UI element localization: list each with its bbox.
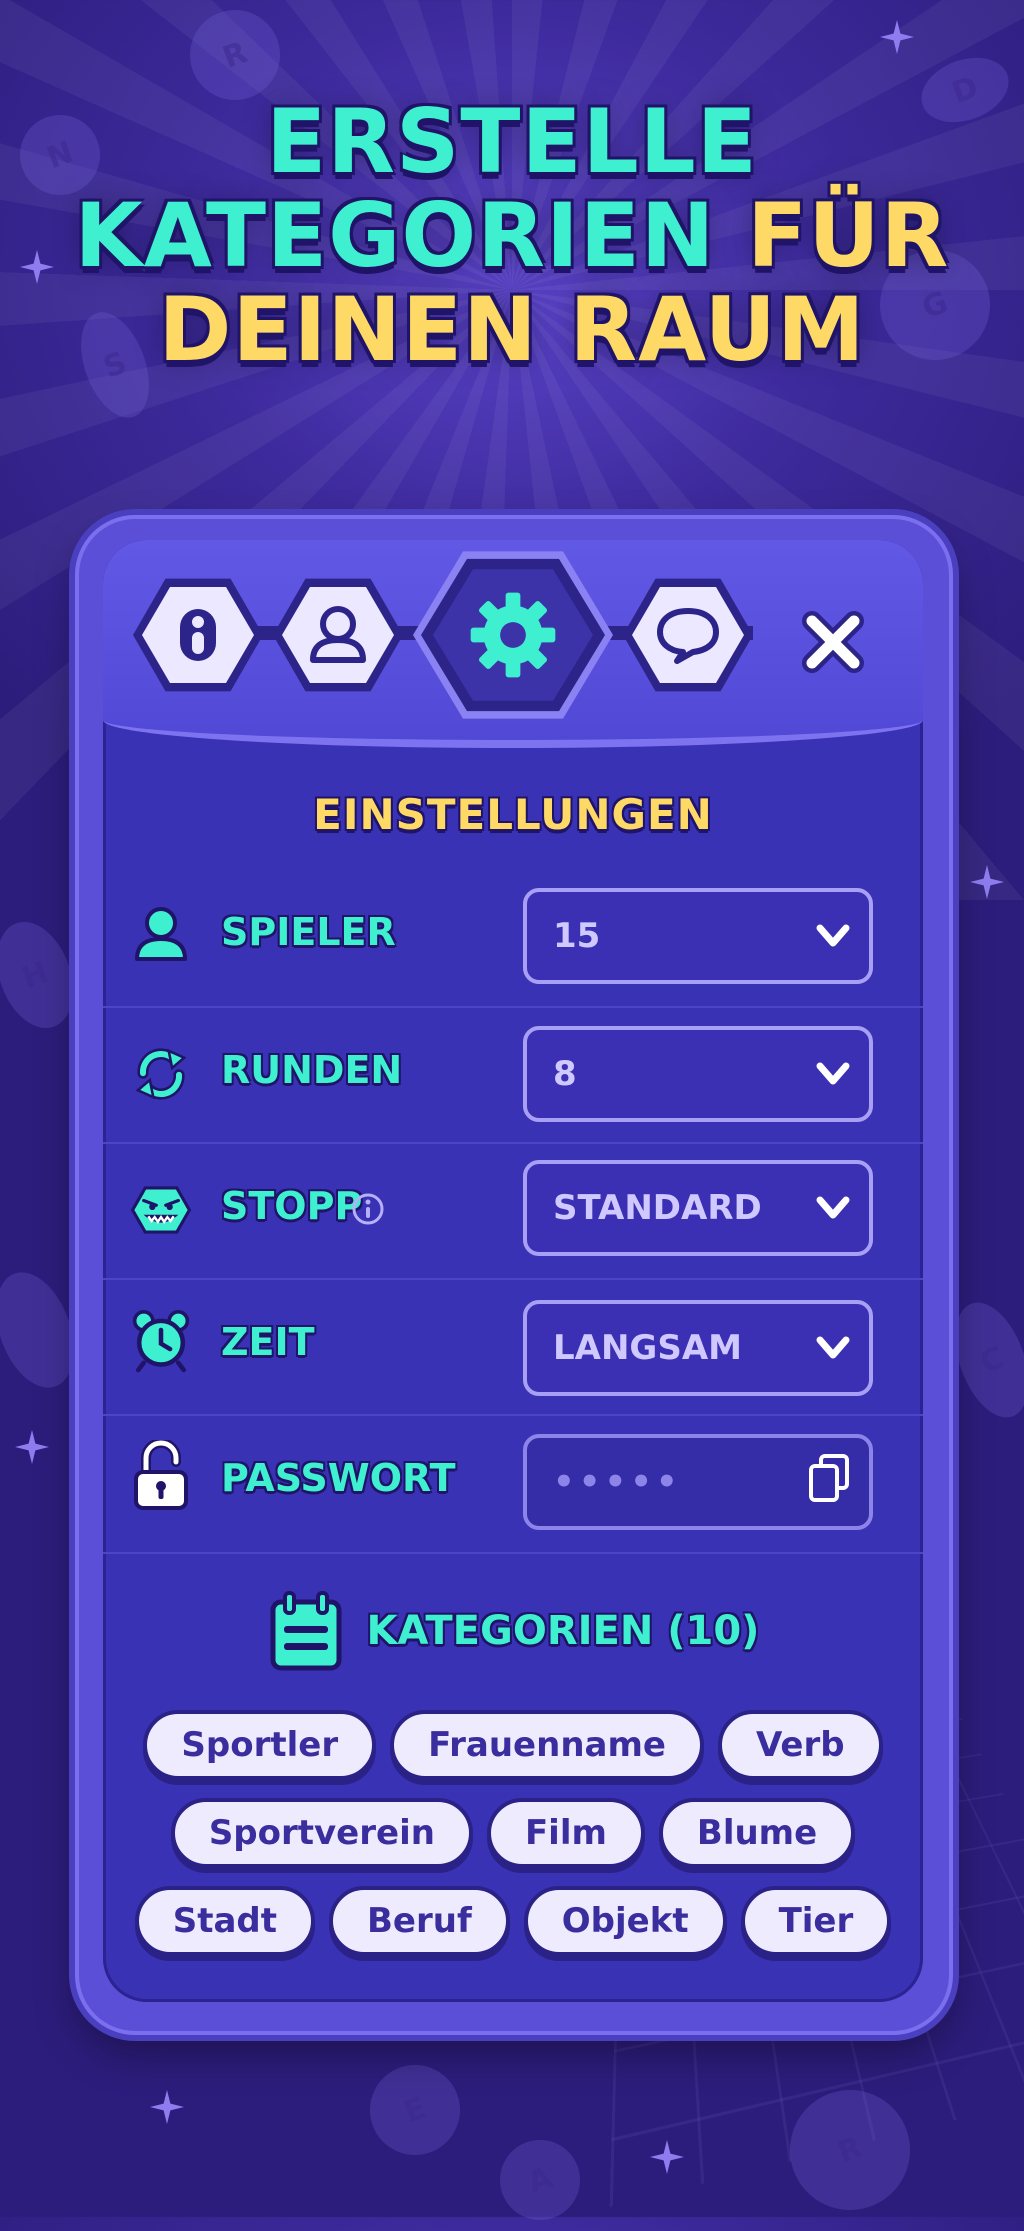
category-chip[interactable]: Objekt <box>523 1886 727 1956</box>
headline-word-kategorien: KATEGORIEN <box>74 184 716 287</box>
copy-button[interactable] <box>807 1452 851 1513</box>
zeit-dropdown[interactable]: LANGSAM <box>523 1300 873 1396</box>
info-icon <box>352 1193 384 1225</box>
category-chip[interactable]: Film <box>486 1798 645 1868</box>
stopp-info-button[interactable] <box>351 1192 385 1230</box>
headline-line-2: KATEGORIEN FÜR <box>0 189 1024 283</box>
headline-line-3: DEINEN RAUM <box>158 278 866 381</box>
categories-title: KATEGORIEN (10) <box>366 1608 760 1654</box>
chevron-down-icon <box>816 924 850 947</box>
stopp-dropdown[interactable]: STANDARD <box>523 1160 873 1256</box>
runden-dropdown[interactable]: 8 <box>523 1026 873 1122</box>
spieler-dropdown[interactable]: 15 <box>523 888 873 984</box>
setting-label-stopp: STOPP <box>221 1184 363 1228</box>
setting-row-zeit: ZEIT LANGSAM <box>103 1278 923 1416</box>
user-icon <box>310 606 366 663</box>
category-chip[interactable]: Verb <box>717 1710 883 1780</box>
tab-bar <box>103 540 923 748</box>
categories-header: KATEGORIEN (10) <box>103 1590 923 1672</box>
headline-word-fuer: FÜR <box>747 184 950 287</box>
chevron-down-icon <box>816 1196 850 1219</box>
setting-label-zeit: ZEIT <box>221 1320 315 1364</box>
close-icon <box>802 611 864 673</box>
setting-label-runden: RUNDEN <box>221 1048 403 1092</box>
category-chip[interactable]: Beruf <box>329 1886 510 1956</box>
setting-row-runden: RUNDEN 8 <box>103 1006 923 1144</box>
stopp-value: STANDARD <box>553 1188 762 1228</box>
category-chip[interactable]: Sportler <box>143 1710 377 1780</box>
monster-icon <box>131 1180 191 1240</box>
letter-coin-decoration: E <box>357 2052 473 2168</box>
info-icon <box>180 609 216 661</box>
chevron-down-icon <box>816 1062 850 1085</box>
unlock-icon <box>131 1440 191 1510</box>
chat-icon <box>657 608 719 664</box>
category-chip[interactable]: Stadt <box>134 1886 315 1956</box>
setting-row-stopp: STOPP STANDARD <box>103 1142 923 1280</box>
category-chip-row: Sportler Frauenname Verb <box>103 1710 923 1780</box>
spieler-value: 15 <box>553 916 601 956</box>
letter-coin-decoration: C <box>941 1292 1024 1428</box>
player-icon <box>131 904 191 964</box>
close-button[interactable] <box>793 602 873 682</box>
settings-panel: EINSTELLUNGEN SPIELER 15 RUNDEN 8 STOPP … <box>103 540 923 2002</box>
runden-value: 8 <box>553 1054 577 1094</box>
passwort-value: ••••• <box>553 1462 682 1502</box>
tab-players[interactable] <box>273 578 403 692</box>
category-chip-row: Sportverein Film Blume <box>103 1798 923 1868</box>
zeit-value: LANGSAM <box>553 1328 742 1368</box>
copy-icon <box>809 1453 849 1502</box>
sparkle-decoration <box>150 2090 184 2124</box>
headline-line-1: ERSTELLE <box>266 90 758 193</box>
setting-row-passwort: PASSWORT ••••• <box>103 1416 923 1554</box>
sparkle-decoration <box>880 20 914 54</box>
chevron-down-icon <box>816 1336 850 1359</box>
category-chip[interactable]: Tier <box>740 1886 892 1956</box>
calendar-list-icon <box>270 1591 342 1671</box>
tab-settings[interactable] <box>413 551 613 719</box>
settings-title: EINSTELLUNGEN <box>313 790 713 839</box>
letter-coin-decoration: A <box>488 2128 592 2231</box>
tab-chat[interactable] <box>623 578 753 692</box>
category-chip-row: Stadt Beruf Objekt Tier <box>103 1886 923 1956</box>
tab-info[interactable] <box>133 578 263 692</box>
letter-coin-decoration: H <box>0 911 87 1039</box>
rounds-icon <box>131 1044 191 1104</box>
category-chip[interactable]: Sportverein <box>170 1798 473 1868</box>
headline: ERSTELLE KATEGORIEN FÜR DEINEN RAUM <box>0 95 1024 377</box>
sparkle-decoration <box>15 1430 49 1464</box>
passwort-field[interactable]: ••••• <box>523 1434 873 1530</box>
setting-label-spieler: SPIELER <box>221 910 396 954</box>
gear-icon <box>470 592 556 678</box>
sparkle-decoration <box>970 865 1004 899</box>
category-chip[interactable]: Frauenname <box>390 1710 704 1780</box>
setting-label-passwort: PASSWORT <box>221 1456 456 1500</box>
setting-row-spieler: SPIELER 15 <box>103 870 923 1008</box>
alarm-clock-icon <box>131 1310 191 1373</box>
category-chip[interactable]: Blume <box>658 1798 856 1868</box>
